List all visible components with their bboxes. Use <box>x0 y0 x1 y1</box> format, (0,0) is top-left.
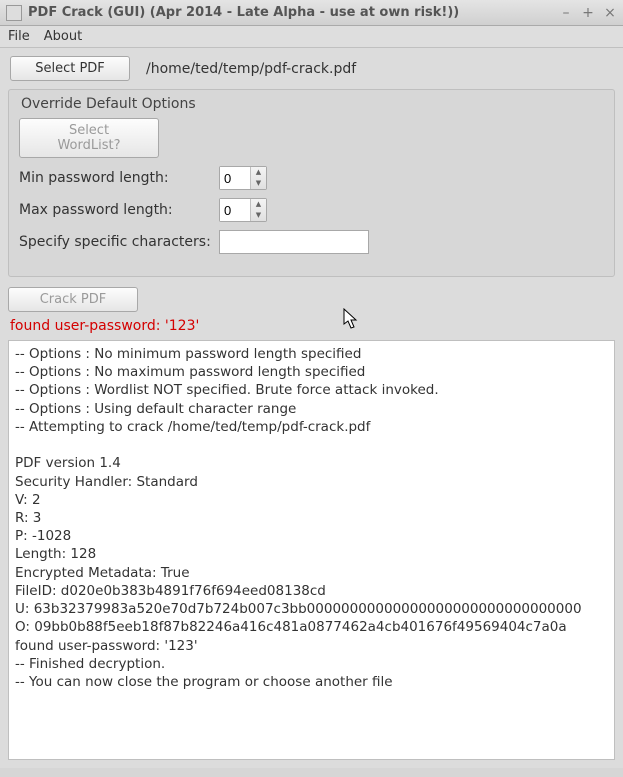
selected-pdf-path: /home/ted/temp/pdf-crack.pdf <box>146 61 356 77</box>
minimize-button[interactable]: – <box>559 5 573 21</box>
min-length-input[interactable] <box>220 167 250 189</box>
chars-input[interactable] <box>219 230 369 254</box>
options-group: Override Default Options Select WordList… <box>8 89 615 277</box>
chars-row: Specify specific characters: <box>19 230 604 254</box>
max-length-spinbox[interactable]: ▲ ▼ <box>219 198 267 222</box>
client-area: Select PDF /home/ted/temp/pdf-crack.pdf … <box>0 48 623 768</box>
app-icon <box>6 5 22 21</box>
window-title: PDF Crack (GUI) (Apr 2014 - Late Alpha -… <box>28 5 559 20</box>
menu-about[interactable]: About <box>44 29 82 44</box>
chars-label: Specify specific characters: <box>19 234 219 250</box>
titlebar: PDF Crack (GUI) (Apr 2014 - Late Alpha -… <box>0 0 623 26</box>
spin-down-icon[interactable]: ▼ <box>251 210 266 221</box>
crack-pdf-button[interactable]: Crack PDF <box>8 287 138 312</box>
pdf-select-row: Select PDF /home/ted/temp/pdf-crack.pdf <box>8 52 615 87</box>
window-controls: – + × <box>559 5 617 21</box>
max-length-input[interactable] <box>220 199 250 221</box>
max-length-label: Max password length: <box>19 202 219 218</box>
spin-down-icon[interactable]: ▼ <box>251 178 266 189</box>
min-length-spinbox[interactable]: ▲ ▼ <box>219 166 267 190</box>
status-message: found user-password: '123' <box>8 318 615 340</box>
max-length-row: Max password length: ▲ ▼ <box>19 198 604 222</box>
select-wordlist-button[interactable]: Select WordList? <box>19 118 159 158</box>
maximize-button[interactable]: + <box>581 5 595 21</box>
min-length-row: Min password length: ▲ ▼ <box>19 166 604 190</box>
menu-file[interactable]: File <box>8 29 30 44</box>
spin-up-icon[interactable]: ▲ <box>251 199 266 210</box>
select-pdf-button[interactable]: Select PDF <box>10 56 130 81</box>
spin-up-icon[interactable]: ▲ <box>251 167 266 178</box>
max-length-steppers[interactable]: ▲ ▼ <box>250 199 266 221</box>
output-log[interactable]: -- Options : No minimum password length … <box>8 340 615 760</box>
min-length-label: Min password length: <box>19 170 219 186</box>
close-button[interactable]: × <box>603 5 617 21</box>
options-title: Override Default Options <box>19 96 604 112</box>
menubar: File About <box>0 26 623 48</box>
crack-row: Crack PDF <box>8 287 615 312</box>
min-length-steppers[interactable]: ▲ ▼ <box>250 167 266 189</box>
